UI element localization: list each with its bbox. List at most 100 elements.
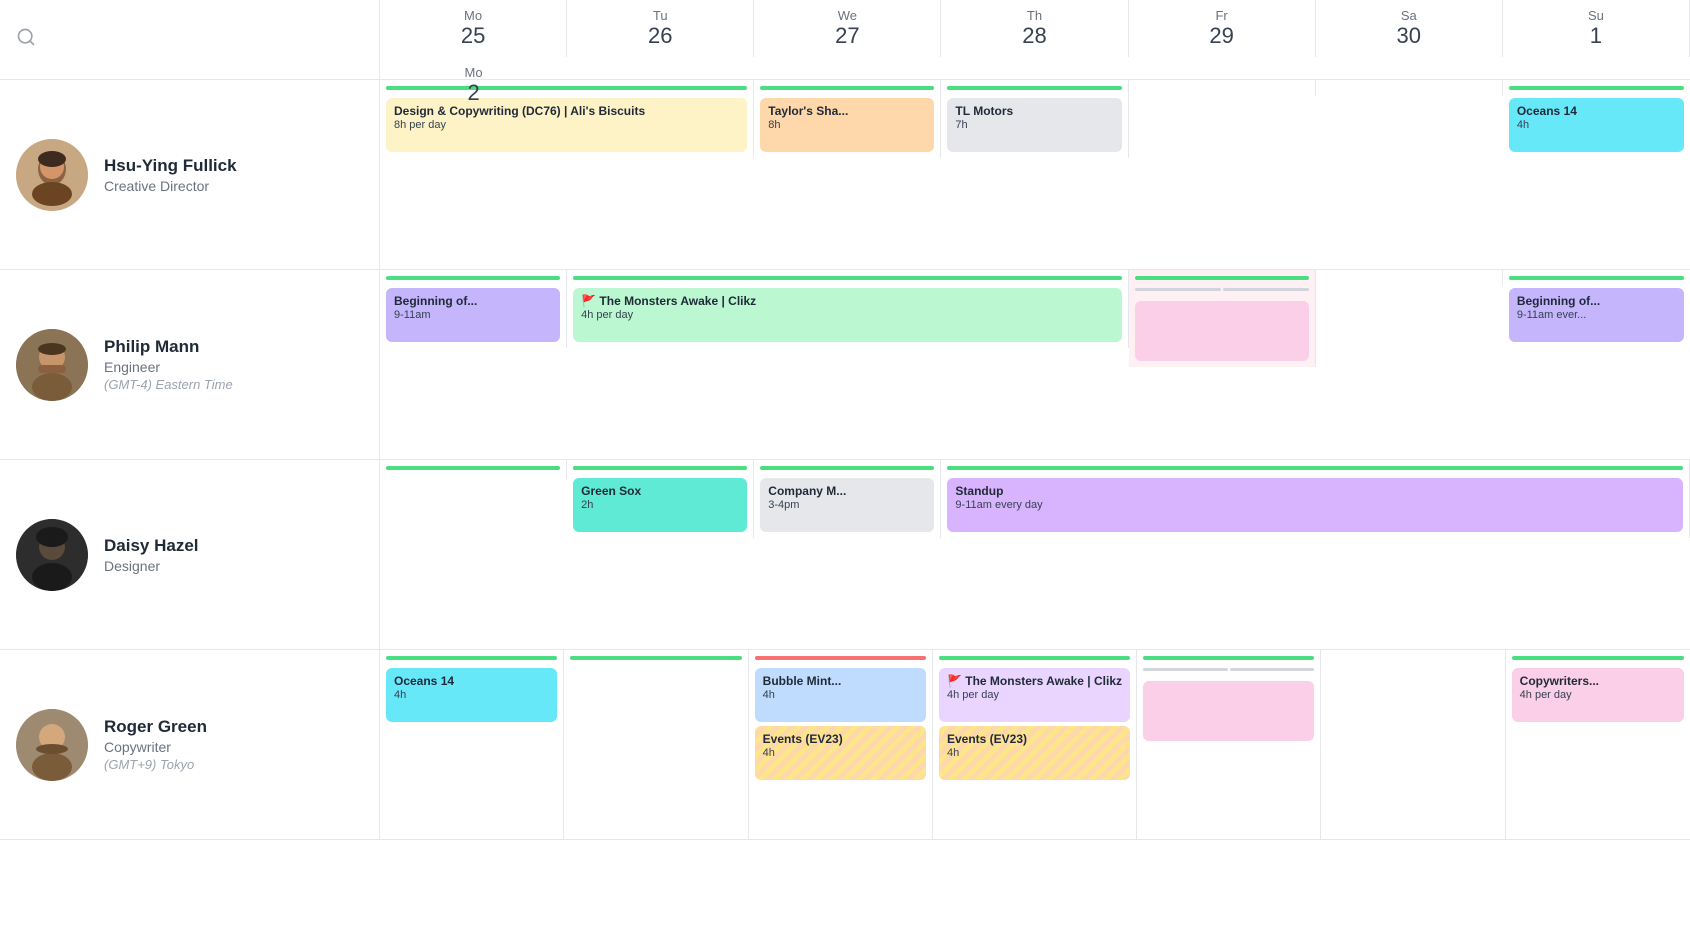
day-cell-roger-2[interactable]: Bubble Mint... 4h Events (EV23) 4h	[749, 650, 933, 839]
day-num: 29	[1209, 23, 1233, 49]
avail-bar-empty	[1327, 656, 1498, 660]
event-sub: 4h	[763, 747, 918, 759]
event-title: Events (EV23)	[947, 732, 1122, 746]
day-num: 27	[835, 23, 859, 49]
day-cell-philip-6[interactable]: Beginning of... 9-11am ever...	[1503, 270, 1690, 348]
small-bar-2	[1223, 288, 1309, 291]
day-cell-daisy-2[interactable]: Company M... 3-4pm	[754, 460, 941, 538]
avail-bar-green	[1512, 656, 1684, 660]
person-name-hsu: Hsu-Ying Fullick	[104, 156, 363, 176]
event-block-hsu-3-0[interactable]: TL Motors 7h	[947, 98, 1121, 152]
day-cell-daisy-0[interactable]	[380, 460, 567, 480]
day-cell-daisy-1[interactable]: Green Sox 2h	[567, 460, 754, 538]
person-days-hsu: Design & Copywriting (DC76) | Ali's Bisc…	[380, 80, 1690, 269]
day-cell-philip-1[interactable]: 🚩 The Monsters Awake | Clikz 4h per day	[567, 270, 1128, 348]
person-details-hsu: Hsu-Ying Fullick Creative Director	[104, 156, 363, 194]
event-sub: 9-11am	[394, 309, 552, 321]
person-tz-roger: (GMT+9) Tokyo	[104, 757, 363, 772]
header-row: Mo 25 Tu 26 We 27 Th 28 Fr 29 Sa 30 Su 1…	[0, 0, 1690, 80]
day-name: Su	[1588, 8, 1604, 23]
day-cell-daisy-3[interactable]: Standup 9-11am every day	[941, 460, 1690, 538]
avail-bar-green	[939, 656, 1130, 660]
person-details-daisy: Daisy Hazel Designer	[104, 536, 363, 574]
event-sub: 7h	[955, 119, 1113, 131]
event-title: 🚩 The Monsters Awake | Clikz	[581, 294, 1113, 308]
avail-bar-empty	[1322, 276, 1496, 280]
event-block-roger-3-0[interactable]: 🚩 The Monsters Awake | Clikz 4h per day	[939, 668, 1130, 722]
person-details-roger: Roger Green Copywriter (GMT+9) Tokyo	[104, 717, 363, 772]
day-cell-roger-5[interactable]	[1321, 650, 1505, 839]
day-cell-philip-4[interactable]	[1129, 270, 1316, 367]
header-day-mo2: Mo 2	[380, 57, 567, 114]
avail-bar-green	[573, 466, 747, 470]
header-day-su1: Su 1	[1503, 0, 1690, 57]
event-title: Bubble Mint...	[763, 674, 918, 688]
event-block-daisy-1-0[interactable]: Green Sox 2h	[573, 478, 747, 532]
event-block-roger-0-0[interactable]: Oceans 14 4h	[386, 668, 557, 722]
event-block-philip-0-0[interactable]: Beginning of... 9-11am	[386, 288, 560, 342]
person-days-daisy: Green Sox 2h Company M... 3-4pm Standup …	[380, 460, 1690, 649]
day-cell-philip-0[interactable]: Beginning of... 9-11am	[380, 270, 567, 348]
event-sub: 8h per day	[394, 119, 739, 131]
event-title: 🚩 The Monsters Awake | Clikz	[947, 674, 1122, 688]
content-area[interactable]: Hsu-Ying Fullick Creative Director Desig…	[0, 80, 1690, 952]
person-role-philip: Engineer	[104, 359, 363, 375]
event-block-roger-3-1[interactable]: Events (EV23) 4h	[939, 726, 1130, 780]
event-block-philip-6-0[interactable]: Beginning of... 9-11am ever...	[1509, 288, 1684, 342]
avatar-roger	[16, 709, 88, 781]
day-num: 30	[1397, 23, 1421, 49]
small-bar-2	[1230, 668, 1315, 671]
day-name: Th	[1027, 8, 1042, 23]
day-cell-philip-5[interactable]	[1316, 270, 1503, 286]
search-icon[interactable]	[16, 27, 36, 52]
person-row-roger: Roger Green Copywriter (GMT+9) Tokyo Oce…	[0, 650, 1690, 840]
header-day-mo25: Mo 25	[380, 0, 567, 57]
day-cell-hsu-3[interactable]: TL Motors 7h	[941, 80, 1128, 158]
day-cell-roger-1[interactable]	[564, 650, 748, 839]
event-block-roger-4-0[interactable]	[1143, 681, 1314, 741]
day-name: Fr	[1215, 8, 1227, 23]
day-cell-hsu-5[interactable]	[1316, 80, 1503, 96]
avail-bar-green	[1509, 276, 1684, 280]
event-block-hsu-2-0[interactable]: Taylor's Sha... 8h	[760, 98, 934, 152]
day-num: 2	[467, 80, 479, 106]
event-block-hsu-6-0[interactable]: Oceans 14 4h	[1509, 98, 1684, 152]
person-name-philip: Philip Mann	[104, 337, 363, 357]
event-sub: 2h	[581, 499, 739, 511]
avail-bar-green	[760, 466, 934, 470]
person-days-philip: Beginning of... 9-11am 🚩 The Monsters Aw…	[380, 270, 1690, 459]
event-title: Green Sox	[581, 484, 739, 498]
header-day-th28: Th 28	[941, 0, 1128, 57]
event-block-philip-4-0[interactable]	[1135, 301, 1309, 361]
person-tz-philip: (GMT-4) Eastern Time	[104, 377, 363, 392]
day-cell-roger-3[interactable]: 🚩 The Monsters Awake | Clikz 4h per day …	[933, 650, 1137, 839]
day-cell-roger-0[interactable]: Oceans 14 4h	[380, 650, 564, 839]
event-block-daisy-3-0[interactable]: Standup 9-11am every day	[947, 478, 1683, 532]
event-title: Beginning of...	[1517, 294, 1676, 308]
day-cell-hsu-4[interactable]	[1129, 80, 1316, 96]
avatar-daisy	[16, 519, 88, 591]
event-block-daisy-2-0[interactable]: Company M... 3-4pm	[760, 478, 934, 532]
event-block-philip-1-0[interactable]: 🚩 The Monsters Awake | Clikz 4h per day	[573, 288, 1121, 342]
event-title: Standup	[955, 484, 1675, 498]
day-cell-hsu-2[interactable]: Taylor's Sha... 8h	[754, 80, 941, 158]
avail-bar-green	[1509, 86, 1684, 90]
avatar-hsu	[16, 139, 88, 211]
event-block-roger-2-0[interactable]: Bubble Mint... 4h	[755, 668, 926, 722]
avatar-philip	[16, 329, 88, 401]
event-title: Company M...	[768, 484, 926, 498]
day-cell-hsu-6[interactable]: Oceans 14 4h	[1503, 80, 1690, 158]
event-sub: 9-11am every day	[955, 499, 1675, 511]
person-row-hsu: Hsu-Ying Fullick Creative Director Desig…	[0, 80, 1690, 270]
day-cell-roger-6[interactable]: Copywriters... 4h per day	[1506, 650, 1690, 839]
calendar-container: Mo 25 Tu 26 We 27 Th 28 Fr 29 Sa 30 Su 1…	[0, 0, 1690, 952]
avail-bar-red	[755, 656, 926, 660]
event-block-roger-6-0[interactable]: Copywriters... 4h per day	[1512, 668, 1684, 722]
event-title: Taylor's Sha...	[768, 104, 926, 118]
event-block-roger-2-1[interactable]: Events (EV23) 4h	[755, 726, 926, 780]
day-num: 1	[1590, 23, 1602, 49]
day-cell-roger-4[interactable]	[1137, 650, 1321, 839]
event-title: Oceans 14	[394, 674, 549, 688]
avail-bar-green	[947, 466, 1683, 470]
event-sub: 8h	[768, 119, 926, 131]
